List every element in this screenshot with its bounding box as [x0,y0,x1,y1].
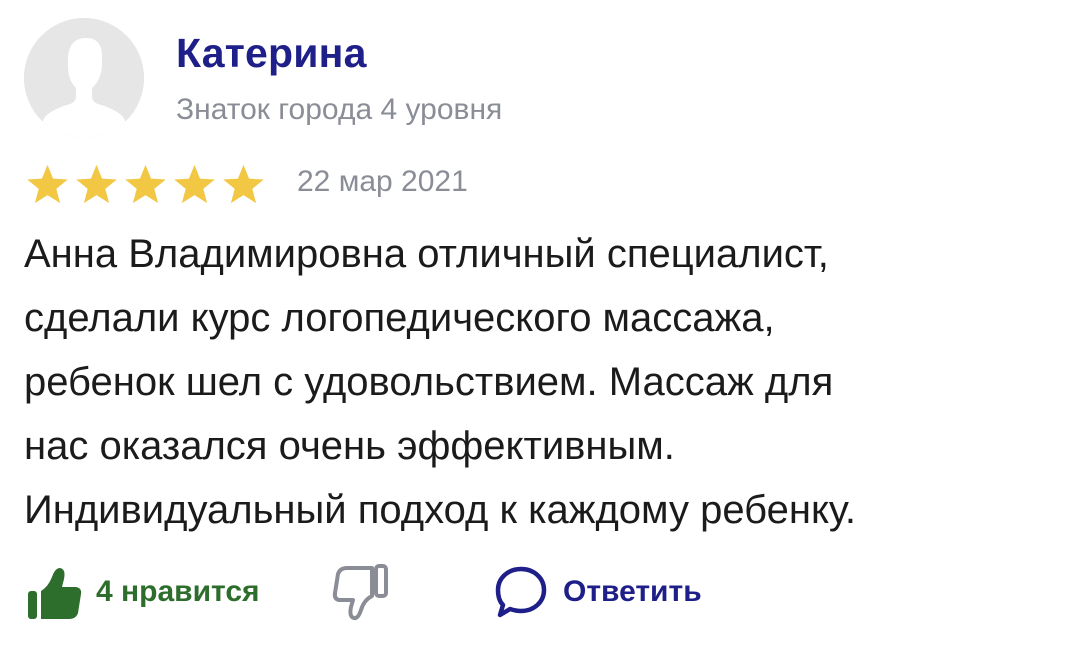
rating-stars [24,163,267,205]
review-text-line: нас оказался очень эффективным. [24,424,675,468]
review-actions: 4 нравится Ответить [24,560,1024,624]
like-count: 4 нравится [96,575,260,608]
star-icon [174,164,215,204]
star-icon [223,164,264,204]
author-avatar[interactable] [24,18,144,138]
review-text-line: Индивидуальный подход к каждому ребенку. [24,488,857,532]
dislike-button[interactable] [330,560,392,624]
speech-bubble-icon [495,566,547,618]
thumbs-up-icon [28,568,82,619]
reply-button[interactable]: Ответить [493,560,702,624]
review-text-line: сделали курс логопедического массажа, [24,296,775,340]
review-card: Катерина Знаток города 4 уровня 22 мар 2… [0,0,1066,649]
reply-label: Ответить [563,575,702,608]
author-name[interactable]: Катерина [176,30,367,77]
review-date: 22 мар 2021 [297,165,468,198]
star-icon [125,164,166,204]
review-text: Анна Владимировна отличный специалист, с… [24,222,1064,542]
thumbs-down-icon [332,564,388,621]
review-text-line: ребенок шел с удовольствием. Массаж для [24,360,834,404]
like-button[interactable]: 4 нравится [24,560,260,624]
star-icon [76,164,117,204]
star-icon [27,164,68,204]
author-level: Знаток города 4 уровня [176,93,503,126]
user-silhouette-icon [24,18,144,138]
review-text-line: Анна Владимировна отличный специалист, [24,232,829,276]
